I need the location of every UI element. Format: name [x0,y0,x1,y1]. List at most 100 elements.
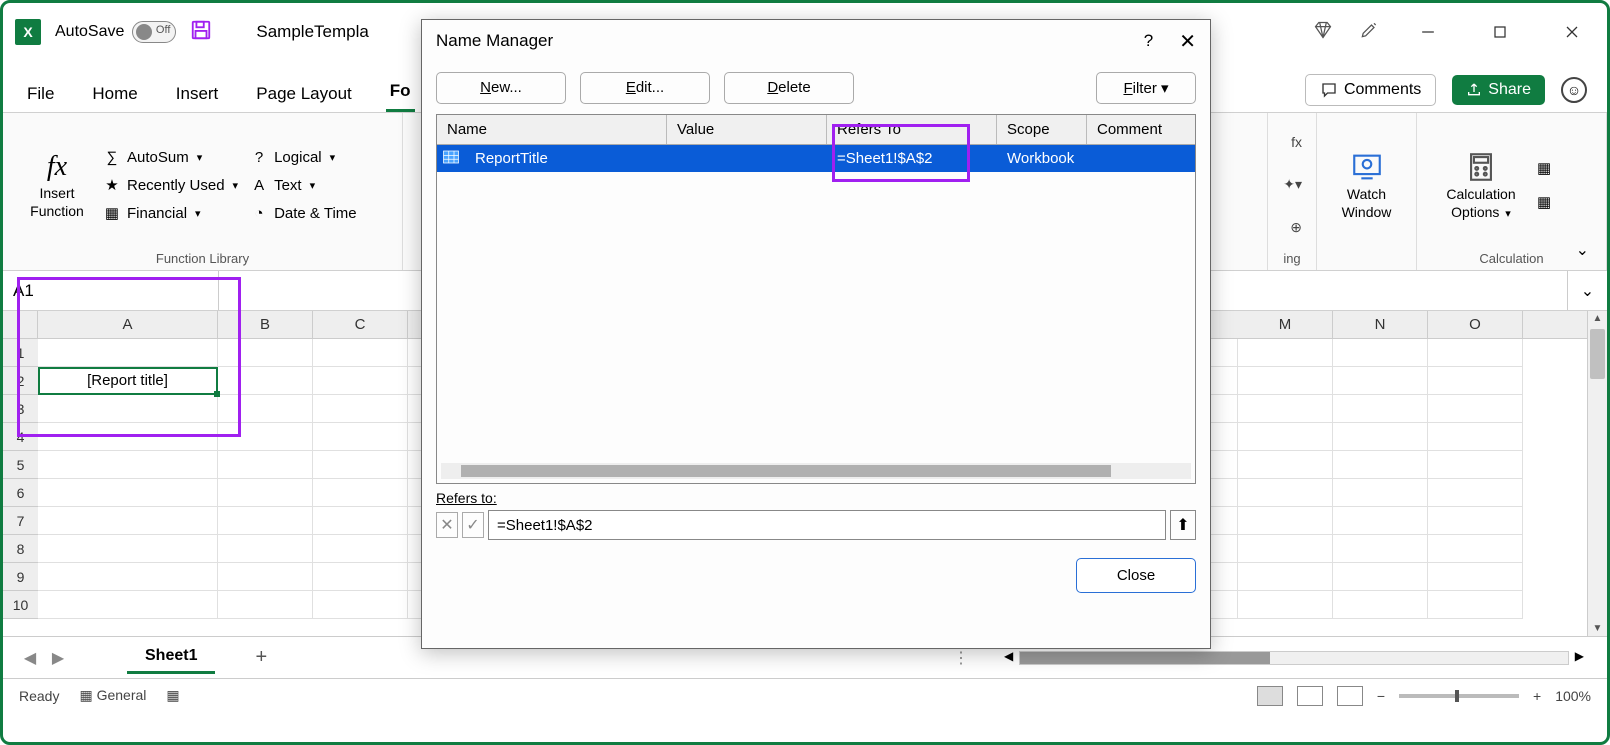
cell[interactable] [38,395,218,423]
cell[interactable] [1428,339,1523,367]
zoom-in-button[interactable]: + [1533,688,1541,704]
tab-split-handle[interactable]: ⋮ [953,648,969,668]
cell[interactable] [1428,591,1523,619]
col-header[interactable]: M [1238,311,1333,338]
cell[interactable] [1333,535,1428,563]
fill-handle[interactable] [214,391,220,397]
names-list-hscroll[interactable] [441,463,1191,479]
cell[interactable] [218,395,313,423]
cell[interactable] [1238,451,1333,479]
dialog-title-bar[interactable]: Name Manager ? ✕ [422,20,1210,62]
row-header[interactable]: 6 [3,479,38,507]
cell[interactable] [1333,479,1428,507]
hscroll-thumb[interactable] [1020,652,1270,664]
view-page-layout-button[interactable] [1297,686,1323,706]
select-all-corner[interactable] [3,311,38,339]
autosave-toggle[interactable]: Off [132,21,176,43]
cell[interactable] [1238,339,1333,367]
cell[interactable] [313,339,408,367]
cell[interactable] [1238,479,1333,507]
calc-sheet-icon[interactable]: ▦ [1537,193,1551,211]
delete-name-button[interactable]: Delete [724,72,854,104]
scroll-right-icon[interactable]: ▶ [1575,649,1584,663]
formula-bar-expand[interactable]: ⌄ [1567,271,1607,310]
status-macro-icon[interactable]: ▦ [166,687,179,704]
cell[interactable] [313,591,408,619]
cell[interactable] [1333,451,1428,479]
zoom-knob[interactable] [1455,690,1459,702]
sheet-tab-sheet1[interactable]: Sheet1 [127,641,215,674]
cell[interactable] [1333,563,1428,591]
cell[interactable] [313,451,408,479]
cell[interactable] [1333,339,1428,367]
names-list-header[interactable]: Name Value Refers To Scope Comment [437,115,1195,145]
cell[interactable] [38,507,218,535]
edit-name-button[interactable]: Edit... [580,72,710,104]
cell[interactable] [1238,395,1333,423]
sheet-nav-next[interactable]: ▶ [49,648,67,668]
cell[interactable] [1238,367,1333,395]
row-header[interactable]: 8 [3,535,38,563]
pen-icon[interactable] [1359,20,1379,45]
maximize-button[interactable] [1477,12,1523,52]
cell[interactable] [218,507,313,535]
comments-button[interactable]: Comments [1305,74,1436,106]
scroll-left-icon[interactable]: ◀ [1004,649,1013,663]
cell[interactable] [218,339,313,367]
cell[interactable] [1333,423,1428,451]
feedback-icon[interactable]: ☺ [1561,77,1587,103]
sheet-nav-prev[interactable]: ◀ [21,648,39,668]
cell[interactable] [1333,395,1428,423]
globe-partial-icon[interactable]: ⊕ [1290,219,1302,236]
name-row-reporttitle[interactable]: ReportTitle =Sheet1!$A$2 Workbook [437,145,1195,172]
date-time-button[interactable]: ◔Date & Time [250,204,357,222]
zoom-out-button[interactable]: − [1377,688,1385,704]
tab-file[interactable]: File [23,76,58,112]
names-list[interactable]: Name Value Refers To Scope Comment Repor… [436,114,1196,484]
view-page-break-button[interactable] [1337,686,1363,706]
cell[interactable] [1238,535,1333,563]
row-header[interactable]: 9 [3,563,38,591]
refers-accept-button[interactable]: ✓ [462,512,484,538]
calc-now-icon[interactable]: ▦ [1537,159,1551,177]
cell[interactable] [1238,423,1333,451]
col-header[interactable]: C [313,311,408,338]
tab-home[interactable]: Home [88,76,141,112]
cell[interactable] [38,423,218,451]
col-comment[interactable]: Comment [1087,115,1195,144]
cell-a2[interactable]: [Report title] [38,367,218,395]
col-refers-to[interactable]: Refers To [827,115,997,144]
cell[interactable] [313,479,408,507]
scroll-up-icon[interactable]: ▲ [1588,313,1607,324]
autosum-button[interactable]: ∑AutoSum▾ [103,148,238,166]
col-header[interactable]: N [1333,311,1428,338]
share-button[interactable]: Share [1452,75,1545,105]
tab-page-layout[interactable]: Page Layout [252,76,355,112]
cell-a1[interactable] [38,339,218,367]
row-header[interactable]: 10 [3,591,38,619]
cell[interactable] [313,535,408,563]
collapse-ribbon-button[interactable]: ⌄ [1576,240,1589,260]
dialog-close-x[interactable]: ✕ [1179,29,1196,54]
cell[interactable] [1333,507,1428,535]
row-header[interactable]: 7 [3,507,38,535]
sparkle-partial-icon[interactable]: ✦▾ [1283,176,1302,193]
cell[interactable] [1333,367,1428,395]
insert-function-button[interactable]: fx Insert Function [17,121,97,249]
cell[interactable] [1428,535,1523,563]
calculation-options-button[interactable]: Calculation Options ▾ [1431,121,1531,249]
row-header[interactable]: 3 [3,395,38,423]
diamond-icon[interactable] [1313,20,1333,45]
cell[interactable] [1428,479,1523,507]
zoom-slider[interactable] [1399,694,1519,698]
cell[interactable] [1333,591,1428,619]
cell[interactable] [218,591,313,619]
horizontal-scrollbar[interactable]: ◀ ▶ [1019,651,1569,665]
names-hscroll-thumb[interactable] [461,465,1111,477]
text-button[interactable]: AText▾ [250,176,357,194]
cell[interactable] [313,563,408,591]
cell[interactable] [38,591,218,619]
cell[interactable] [218,535,313,563]
cell[interactable] [1428,367,1523,395]
watch-window-button[interactable]: Watch Window [1331,121,1402,249]
